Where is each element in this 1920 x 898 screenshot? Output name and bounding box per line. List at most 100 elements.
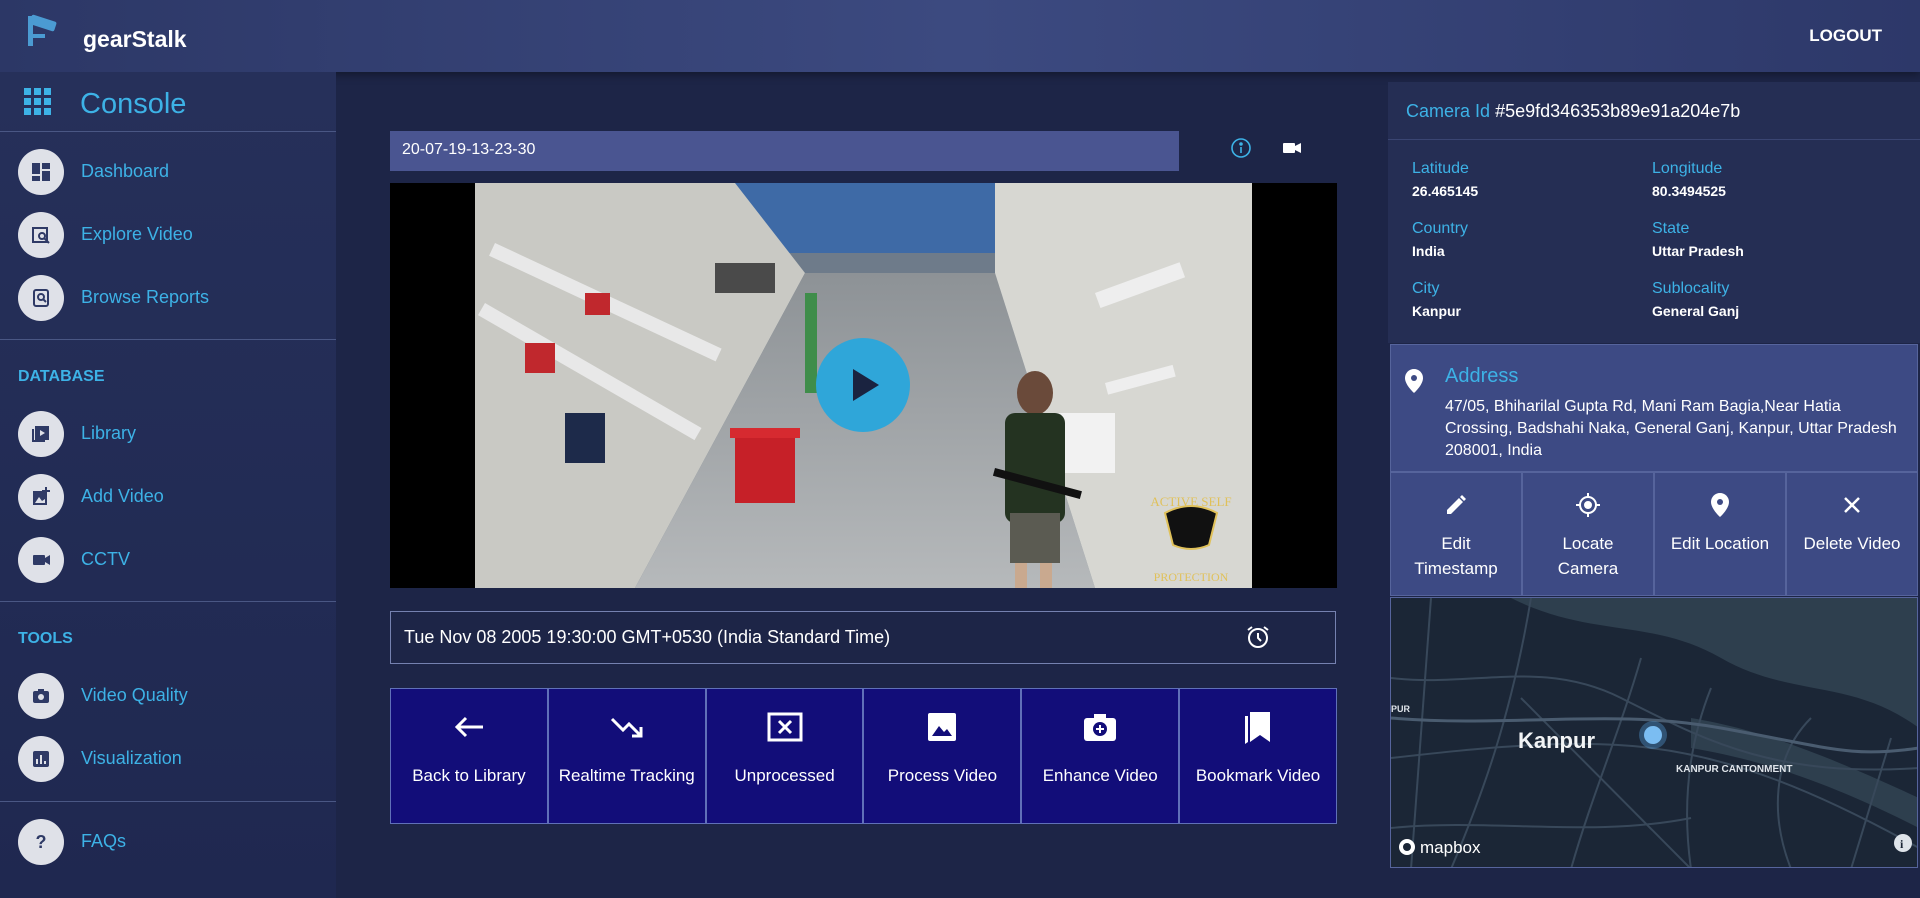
unprocessed-button[interactable]: Unprocessed (705, 688, 864, 824)
longitude-field: Longitude 80.3494525 (1652, 160, 1726, 199)
address-text: 47/05, Bhiharilal Gupta Rd, Mani Ram Bag… (1445, 398, 1897, 459)
sidebar: Console Dashboard Explore Video Browse R… (0, 72, 336, 898)
country-value: India (1412, 243, 1445, 259)
locate-icon (1576, 493, 1600, 517)
add-camera-icon (1084, 714, 1117, 741)
sidebar-item-faqs[interactable]: ? FAQs (0, 816, 336, 868)
video-camera-icon[interactable] (1277, 133, 1307, 163)
image-icon (928, 713, 957, 741)
location-pin-icon (1711, 493, 1729, 517)
bookmark-video-button[interactable]: Bookmark Video (1179, 688, 1337, 824)
longitude-label: Longitude (1652, 160, 1723, 177)
help-icon: ? (18, 819, 64, 865)
play-button[interactable] (816, 338, 910, 432)
address-label: Address (1445, 365, 1519, 387)
bookmarks-icon (1245, 712, 1271, 744)
sidebar-item-label: Add Video (81, 486, 164, 506)
realtime-tracking-button[interactable]: Realtime Tracking (547, 688, 706, 824)
divider (0, 131, 336, 132)
state-field: State Uttar Pradesh (1652, 220, 1744, 259)
sidebar-item-visualization[interactable]: Visualization (0, 733, 336, 785)
map-cantonment-label: KANPUR CANTONMENT (1676, 764, 1792, 775)
sidebar-item-label: Video Quality (81, 685, 188, 705)
sidebar-item-video-quality[interactable]: Video Quality (0, 670, 336, 722)
country-field: Country India (1412, 220, 1468, 259)
pencil-icon (1447, 495, 1466, 514)
sidebar-item-add-video[interactable]: Add Video (0, 471, 336, 523)
camera-icon (18, 673, 64, 719)
apps-grid-icon (24, 88, 51, 115)
divider (0, 339, 336, 340)
video-actions: Back to Library Realtime Tracking Unproc… (390, 688, 1337, 824)
action-label: Back to Library (412, 766, 526, 785)
sidebar-item-label: Library (81, 423, 137, 443)
action-label: Unprocessed (734, 766, 835, 785)
country-label: Country (1412, 220, 1469, 237)
action-label: Process Video (887, 766, 998, 785)
sidebar-item-browse-reports[interactable]: Browse Reports (0, 272, 336, 324)
camera-id-header: Camera Id #5e9fd346353b89e91a204e7b (1388, 82, 1920, 140)
section-label-database: DATABASE (18, 368, 105, 385)
library-icon (18, 411, 64, 457)
console-header[interactable]: Console (0, 82, 336, 132)
delete-video-button[interactable]: Delete Video (1786, 472, 1918, 596)
action-label: Bookmark Video (1195, 766, 1321, 785)
svg-text:PROTECTION: PROTECTION (1154, 570, 1229, 584)
longitude-value: 80.3494525 (1652, 183, 1726, 199)
cctv-icon (18, 537, 64, 583)
chart-icon (18, 736, 64, 782)
sidebar-item-cctv[interactable]: CCTV (0, 534, 336, 586)
video-name-bar: 20-07-19-13-23-30 (390, 131, 1179, 171)
divider (0, 801, 336, 802)
camera-action-label: Delete Video (1803, 534, 1901, 553)
camera-location-info: Latitude 26.465145 Longitude 80.3494525 … (1388, 140, 1920, 343)
city-value: Kanpur (1412, 303, 1461, 319)
app-title: gearStalk (83, 26, 187, 52)
address-card: Address 47/05, Bhiharilal Gupta Rd, Mani… (1390, 344, 1918, 472)
sidebar-item-label: FAQs (81, 831, 127, 851)
browse-reports-icon (18, 275, 64, 321)
edit-timestamp-button[interactable]: Edit Timestamp (1390, 472, 1522, 596)
sidebar-item-label: CCTV (81, 549, 130, 569)
camera-id-label: Camera Id (1406, 101, 1491, 121)
sidebar-item-label: Dashboard (81, 161, 170, 181)
cctv-logo-icon (28, 14, 57, 46)
enhance-video-button[interactable]: Enhance Video (1021, 688, 1180, 824)
camera-action-label: Locate Camera (1557, 534, 1619, 578)
trending-down-icon (610, 717, 643, 738)
map-canvas: PUR Kanpur KANPUR CANTONMENT mapbox i (1391, 598, 1917, 867)
latitude-label: Latitude (1412, 160, 1469, 177)
action-label: Enhance Video (1042, 766, 1158, 785)
console-title: Console (80, 88, 187, 120)
state-value: Uttar Pradesh (1652, 243, 1744, 259)
add-video-icon (18, 474, 64, 520)
map-city-label: Kanpur (1518, 728, 1595, 753)
sublocality-label: Sublocality (1652, 280, 1730, 297)
section-label-tools: TOOLS (18, 630, 73, 647)
divider (0, 601, 336, 602)
locate-camera-button[interactable]: Locate Camera (1522, 472, 1654, 596)
camera-actions: Edit Timestamp Locate Camera Edit Locati… (1390, 472, 1918, 596)
camera-action-label: Edit Location (1670, 534, 1770, 553)
action-label: Realtime Tracking (558, 766, 695, 785)
map-view[interactable]: PUR Kanpur KANPUR CANTONMENT mapbox i (1390, 597, 1918, 868)
close-box-icon (767, 712, 803, 742)
back-to-library-button[interactable]: Back to Library (390, 688, 548, 824)
edit-location-button[interactable]: Edit Location (1654, 472, 1786, 596)
video-datetime: Tue Nov 08 2005 19:30:00 GMT+0530 (India… (390, 611, 1336, 664)
dashboard-icon (18, 149, 64, 195)
sublocality-value: General Ganj (1652, 303, 1740, 319)
sidebar-item-label: Browse Reports (81, 287, 210, 307)
sidebar-item-dashboard[interactable]: Dashboard (0, 146, 336, 198)
alarm-clock-icon[interactable] (1245, 624, 1271, 655)
map-edge-label: PUR (1391, 704, 1411, 714)
sidebar-item-library[interactable]: Library (0, 408, 336, 460)
sublocality-field: Sublocality General Ganj (1652, 280, 1739, 319)
camera-panel: Camera Id #5e9fd346353b89e91a204e7b Lati… (1388, 82, 1920, 872)
city-label: City (1412, 280, 1440, 297)
logout-button[interactable]: LOGOUT (1809, 26, 1882, 46)
camera-id-value: #5e9fd346353b89e91a204e7b (1495, 101, 1741, 121)
process-video-button[interactable]: Process Video (863, 688, 1022, 824)
sidebar-item-explore-video[interactable]: Explore Video (0, 209, 336, 261)
info-icon[interactable] (1226, 133, 1256, 163)
